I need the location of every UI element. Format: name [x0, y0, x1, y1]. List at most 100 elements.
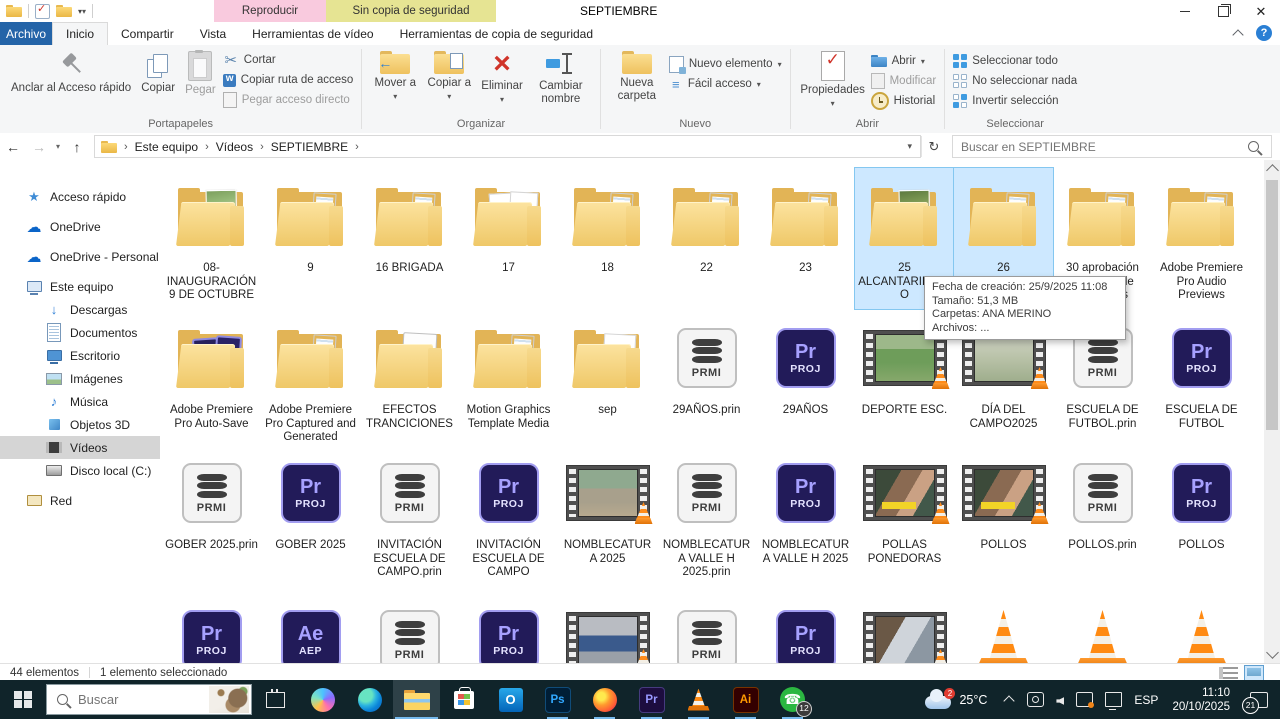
temperature-label[interactable]: 25°C — [959, 693, 987, 707]
close-button[interactable]: ✕ — [1242, 0, 1280, 22]
breadcrumb-videos[interactable]: Vídeos — [216, 140, 253, 154]
file-item[interactable]: PrPROJ — [756, 592, 855, 663]
taskbar-app-illustrator[interactable]: Ai — [722, 680, 769, 719]
language-indicator[interactable]: ESP — [1134, 693, 1158, 707]
file-item[interactable]: 18 — [558, 168, 657, 309]
clock[interactable]: 11:10 20/10/2025 — [1172, 686, 1230, 714]
file-item[interactable]: PrPrAdobe Premiere Pro Auto-Save — [162, 310, 261, 451]
search-box[interactable] — [952, 135, 1272, 158]
file-item[interactable]: 9 — [261, 168, 360, 309]
file-item[interactable]: PRMI — [360, 592, 459, 663]
new-item-button[interactable]: Nuevo elemento — [669, 56, 782, 72]
file-item[interactable]: PrPROJPOLLOS — [1152, 445, 1251, 586]
sidebar-item-onedrive-personal[interactable]: OneDrive - Personal — [0, 245, 160, 268]
sidebar-item-red[interactable]: Red — [0, 489, 160, 512]
file-item[interactable]: 16 BRIGADA — [360, 168, 459, 309]
file-item[interactable]: 23 — [756, 168, 855, 309]
forward-button[interactable]: → — [26, 139, 52, 155]
file-item[interactable]: PrPROJESCUELA DE FUTBOL — [1152, 310, 1251, 451]
refresh-button[interactable]: ↻ — [921, 136, 946, 157]
taskbar-app-task-view[interactable] — [252, 680, 299, 719]
start-button[interactable] — [0, 680, 46, 719]
taskbar-app-firefox[interactable] — [581, 680, 628, 719]
copy-button[interactable]: Copiar — [136, 48, 180, 98]
cut-button[interactable]: ✂ Cortar — [223, 52, 354, 68]
sidebar-item-objetos-3d[interactable]: Objetos 3D — [0, 413, 160, 436]
file-item[interactable]: POLLAS PONEDORAS — [855, 445, 954, 586]
taskbar-app-store[interactable] — [440, 680, 487, 719]
easy-access-button[interactable]: ≡ Fácil acceso — [669, 76, 782, 92]
taskbar-app-edge[interactable] — [346, 680, 393, 719]
file-item[interactable]: PrPROJNOMBLECATURA VALLE H 2025 — [756, 445, 855, 586]
tab-vista[interactable]: Vista — [187, 22, 239, 45]
file-item[interactable]: NOMBLECATURA 2025 — [558, 445, 657, 586]
file-item[interactable]: sep — [558, 310, 657, 451]
snip-notification-icon[interactable] — [1076, 692, 1093, 707]
select-none-button[interactable]: No seleccionar nada — [953, 73, 1077, 89]
recent-locations-icon[interactable]: ▾ — [52, 142, 64, 151]
copy-path-button[interactable]: Copiar ruta de acceso — [223, 72, 354, 88]
taskbar-app-vlc[interactable] — [675, 680, 722, 719]
sidebar-item-disco-local-c-[interactable]: Disco local (C:) — [0, 459, 160, 482]
pin-quick-access-button[interactable]: Anclar al Acceso rápido — [6, 48, 136, 98]
file-item[interactable] — [558, 592, 657, 663]
search-input[interactable] — [953, 140, 1248, 154]
taskbar-app-photoshop[interactable]: Ps — [534, 680, 581, 719]
address-input[interactable]: › Este equipo › Vídeos › SEPTIEMBRE › ▾ — [94, 135, 921, 158]
contextual-tab-video[interactable]: Reproducir — [214, 0, 326, 22]
file-item[interactable]: Adobe Premiere Pro Captured and Generate… — [261, 310, 360, 451]
new-folder-quick-icon[interactable] — [56, 5, 72, 17]
taskbar-app-outlook[interactable]: O — [487, 680, 534, 719]
scroll-down-icon[interactable] — [1266, 646, 1279, 659]
sidebar-item-documentos[interactable]: Documentos — [0, 321, 160, 344]
vertical-scrollbar[interactable] — [1264, 160, 1280, 663]
file-item[interactable]: 22 — [657, 168, 756, 309]
properties-quick-icon[interactable] — [35, 4, 50, 19]
notification-center-button[interactable]: 21 — [1244, 685, 1274, 715]
taskbar-app-whatsapp[interactable]: ☎12 — [769, 680, 816, 719]
file-item[interactable]: PrPROJ — [162, 592, 261, 663]
folder-icon[interactable] — [6, 5, 22, 17]
tab-video-tools[interactable]: Herramientas de vídeo — [239, 22, 386, 45]
search-highlight-sloth-image[interactable] — [209, 686, 249, 713]
sidebar-item-onedrive[interactable]: OneDrive — [0, 215, 160, 238]
file-item[interactable] — [1053, 592, 1152, 663]
file-item[interactable]: PrPROJ — [459, 592, 558, 663]
file-item[interactable]: Adobe Premiere Pro Audio Previews — [1152, 168, 1251, 309]
help-icon[interactable]: ? — [1256, 25, 1272, 41]
file-item[interactable]: 08-INAUGURACIÓN 9 DE OCTUBRE — [162, 168, 261, 309]
volume-icon[interactable] — [1056, 697, 1064, 705]
restore-button[interactable] — [1204, 0, 1242, 22]
sidebar-item-escritorio[interactable]: Escritorio — [0, 344, 160, 367]
sidebar-item-v-deos[interactable]: Vídeos — [0, 436, 160, 459]
file-item[interactable]: POLLOS — [954, 445, 1053, 586]
minimize-button[interactable] — [1166, 0, 1204, 22]
file-item[interactable]: 17 — [459, 168, 558, 309]
meet-now-icon[interactable] — [1027, 692, 1044, 707]
file-item[interactable]: PRMIGOBER 2025.prin — [162, 445, 261, 586]
invert-selection-button[interactable]: Invertir selección — [953, 93, 1077, 109]
tab-inicio[interactable]: Inicio — [52, 22, 108, 45]
sidebar-item-acceso-r-pido[interactable]: Acceso rápido — [0, 185, 160, 208]
scroll-up-icon[interactable] — [1266, 164, 1279, 177]
taskbar-app-copilot[interactable] — [299, 680, 346, 719]
collapse-ribbon-icon[interactable] — [1232, 29, 1243, 40]
back-button[interactable]: ← — [0, 139, 26, 155]
breadcrumb-septiembre[interactable]: SEPTIEMBRE — [271, 140, 348, 154]
file-item[interactable]: PRMI — [657, 592, 756, 663]
file-item[interactable]: PRMIINVITACIÓN ESCUELA DE CAMPO.prin — [360, 445, 459, 586]
select-all-button[interactable]: Seleccionar todo — [953, 53, 1077, 69]
file-item[interactable]: PRMI29AÑOS.prin — [657, 310, 756, 451]
taskbar-search[interactable] — [46, 684, 252, 715]
contextual-tab-backup[interactable]: Sin copia de seguridad — [326, 0, 496, 22]
sidebar-item-este-equipo[interactable]: Este equipo — [0, 275, 160, 298]
paste-shortcut-button[interactable]: Pegar acceso directo — [223, 92, 354, 108]
new-folder-button[interactable]: Nueva carpeta — [607, 48, 667, 105]
file-item[interactable]: PrPROJ29AÑOS — [756, 310, 855, 451]
sidebar-item-im-genes[interactable]: Imágenes — [0, 367, 160, 390]
tab-compartir[interactable]: Compartir — [108, 22, 187, 45]
sidebar-item-m-sica[interactable]: Música — [0, 390, 160, 413]
tab-backup-tools[interactable]: Herramientas de copia de seguridad — [387, 22, 606, 45]
rename-button[interactable]: Cambiar nombre — [528, 48, 594, 108]
qat-dropdown-icon[interactable]: ▾ — [78, 7, 86, 16]
